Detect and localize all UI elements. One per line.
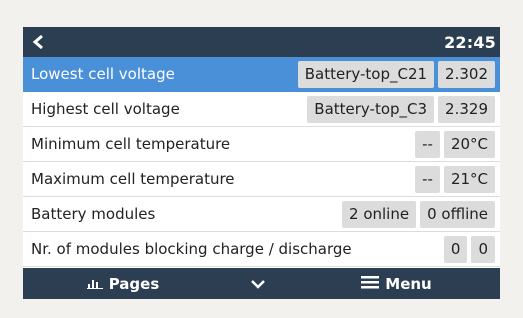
row-label: Highest cell voltage	[31, 100, 180, 118]
row-label: Minimum cell temperature	[31, 135, 231, 153]
value-box: 2 online	[342, 200, 417, 228]
list-item[interactable]: Minimum cell temperature -- 20°C	[23, 127, 500, 162]
value-box: 0 offline	[420, 200, 495, 228]
pages-label: Pages	[108, 274, 160, 293]
list-item[interactable]: Nr. of modules blocking charge / dischar…	[23, 232, 500, 267]
scroll-down-button[interactable]	[223, 275, 293, 293]
value-box: --	[415, 165, 440, 193]
clock: 22:45	[444, 32, 496, 52]
row-label: Maximum cell temperature	[31, 170, 235, 188]
hamburger-icon	[361, 275, 380, 293]
value-box: 20°C	[443, 130, 495, 158]
value-box: Battery-top_C21	[297, 60, 435, 88]
bottom-bar: Pages Menu	[23, 268, 500, 299]
row-label: Nr. of modules blocking charge / dischar…	[31, 240, 352, 258]
value-box: 2.302	[438, 60, 495, 88]
back-icon[interactable]	[31, 33, 49, 51]
value-box: Battery-top_C3	[307, 95, 435, 123]
value-box: --	[415, 130, 440, 158]
pages-button[interactable]: Pages	[23, 275, 223, 293]
row-label: Lowest cell voltage	[31, 65, 175, 83]
device-screen: 22:45 Lowest cell voltage Battery-top_C2…	[23, 27, 500, 299]
list-item[interactable]: Maximum cell temperature -- 21°C	[23, 162, 500, 197]
list-item[interactable]: Lowest cell voltage Battery-top_C21 2.30…	[23, 57, 500, 92]
value-box: 21°C	[443, 165, 495, 193]
value-box: 0	[443, 235, 468, 263]
value-box: 0	[471, 235, 495, 263]
list-item[interactable]: Battery modules 2 online 0 offline	[23, 197, 500, 232]
chevron-down-icon	[250, 275, 266, 293]
menu-label: Menu	[385, 274, 432, 293]
row-label: Battery modules	[31, 205, 156, 223]
list-item[interactable]: Highest cell voltage Battery-top_C3 2.32…	[23, 92, 500, 127]
bar-chart-icon	[86, 275, 103, 293]
value-box: 2.329	[438, 95, 495, 123]
top-bar: 22:45	[23, 27, 500, 57]
menu-button[interactable]: Menu	[293, 275, 500, 293]
